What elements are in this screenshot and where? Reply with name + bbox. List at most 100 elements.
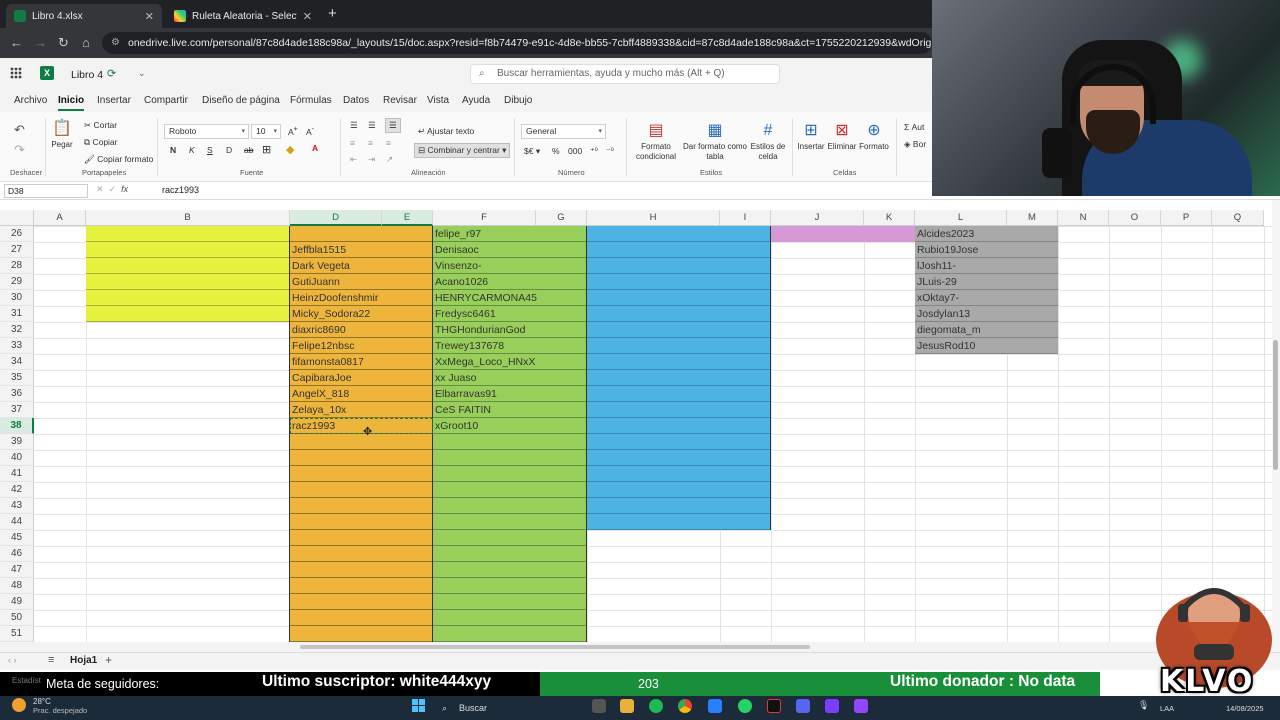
row-header[interactable]: 36 — [0, 386, 34, 402]
row-header[interactable]: 41 — [0, 466, 34, 482]
column-header-h[interactable]: H — [587, 210, 720, 226]
insert-cells-button[interactable]: ⊞ Insertar — [795, 122, 827, 152]
tab-datos[interactable]: Datos — [343, 95, 369, 106]
align-middle-icon[interactable]: ☰ — [368, 120, 376, 131]
horizontal-scroll-thumb[interactable] — [300, 645, 810, 649]
all-sheets-menu-icon[interactable]: ≡ — [48, 654, 54, 666]
cell-f[interactable]: THGHondurianGod — [433, 322, 586, 338]
double-underline-icon[interactable]: D — [226, 145, 232, 155]
cell-d[interactable]: Jeffbla1515 — [290, 242, 432, 258]
discord-icon[interactable] — [796, 699, 810, 713]
spotify-icon[interactable] — [649, 699, 663, 713]
column-header-k[interactable]: K — [864, 210, 915, 226]
row-header[interactable]: 51 — [0, 626, 34, 642]
row-header[interactable]: 32 — [0, 322, 34, 338]
tiktok-icon[interactable] — [767, 699, 781, 713]
vertical-scroll-thumb[interactable] — [1273, 340, 1278, 470]
file-explorer-icon[interactable] — [620, 699, 634, 713]
fill-color-icon[interactable]: ◆ — [286, 143, 294, 156]
grow-font-icon[interactable]: A+ — [288, 125, 298, 137]
add-sheet-icon[interactable]: + — [105, 653, 112, 667]
autosum-button[interactable]: Σ Aut — [904, 122, 924, 132]
copy-button[interactable]: ⧉ Copiar — [84, 137, 118, 148]
redo-icon[interactable]: ↷ — [14, 142, 25, 158]
cell-l[interactable]: xOktay7- — [915, 290, 1057, 306]
cell-f[interactable]: xGroot10 — [433, 418, 586, 434]
column-header-e[interactable]: E — [382, 210, 433, 226]
column-header-o[interactable]: O — [1109, 210, 1161, 226]
tab-inicio[interactable]: Inicio — [58, 95, 85, 111]
cell-f[interactable]: XxMega_Loco_HNxX — [433, 354, 586, 370]
align-right-icon[interactable]: ≡ — [386, 138, 391, 148]
shrink-font-icon[interactable]: A- — [306, 125, 314, 137]
row-header[interactable]: 37 — [0, 402, 34, 418]
formula-input[interactable]: racz1993 — [162, 185, 199, 195]
twitch-icon[interactable] — [854, 699, 868, 713]
chrome-icon[interactable] — [678, 699, 692, 713]
sheet-tab-hoja1[interactable]: Hoja1 — [70, 655, 97, 666]
row-header[interactable]: 33 — [0, 338, 34, 354]
browser-tab-ruleta[interactable]: Ruleta Aleatoria - Selector Perso ✕ — [166, 4, 320, 28]
app-launcher-icon[interactable] — [10, 67, 22, 79]
cell-l[interactable]: JLuis-29 — [915, 274, 1057, 290]
tab-archivo[interactable]: Archivo — [14, 95, 47, 106]
align-left-icon[interactable]: ≡ — [350, 138, 355, 148]
italic-icon[interactable]: K — [189, 145, 195, 155]
cell-d[interactable]: fifamonsta0817 — [290, 354, 432, 370]
cell-f[interactable]: xx Juaso — [433, 370, 586, 386]
cell-d[interactable]: CapibaraJoe — [290, 370, 432, 386]
align-center-icon[interactable]: ≡ — [368, 138, 373, 148]
row-header[interactable]: 31 — [0, 306, 34, 322]
reload-icon[interactable]: ↻ — [58, 35, 69, 51]
weather-temperature[interactable]: 28°C — [33, 697, 51, 706]
row-header[interactable]: 29 — [0, 274, 34, 290]
orientation-icon[interactable]: ↗ — [386, 154, 393, 165]
percent-icon[interactable]: % — [552, 146, 560, 156]
browser-tab-excel[interactable]: Libro 4.xlsx ✕ — [6, 4, 162, 28]
forward-icon[interactable]: → — [34, 35, 47, 50]
fx-icon[interactable]: fx — [121, 184, 128, 194]
decrease-decimal-icon[interactable]: ⁻⁰ — [606, 146, 614, 157]
column-header-i[interactable]: I — [720, 210, 771, 226]
column-header-j[interactable]: J — [771, 210, 864, 226]
url-field[interactable]: ⚙ onedrive.live.com/personal/87c8d4ade18… — [102, 32, 932, 54]
weather-icon[interactable] — [12, 698, 26, 712]
tab-formulas[interactable]: Fórmulas — [290, 95, 332, 106]
decrease-indent-icon[interactable]: ⇤ — [350, 154, 357, 165]
cell-f[interactable]: Acano1026 — [433, 274, 586, 290]
paste-button[interactable]: 📋 Pegar — [50, 120, 74, 150]
row-header[interactable]: 47 — [0, 562, 34, 578]
cell-l[interactable]: JesusRod10 — [915, 338, 1057, 354]
taskbar-search[interactable]: ⌕ Buscar — [435, 698, 565, 718]
file-name[interactable]: Libro 4 — [71, 69, 103, 81]
cell-d[interactable]: Micky_Sodora22 — [290, 306, 432, 322]
close-tab-icon[interactable]: ✕ — [303, 10, 312, 23]
increase-indent-icon[interactable]: ⇥ — [368, 154, 375, 165]
column-header-g[interactable]: G — [536, 210, 587, 226]
task-view-icon[interactable] — [592, 699, 606, 713]
column-header-f[interactable]: F — [433, 210, 536, 226]
number-format-select[interactable]: General ▾ — [521, 124, 606, 139]
back-icon[interactable]: ← — [10, 35, 23, 50]
column-header-p[interactable]: P — [1161, 210, 1212, 226]
row-header[interactable]: 38 — [0, 418, 34, 434]
conditional-format-button[interactable]: ▤ Formato condicional — [630, 122, 682, 162]
tab-dibujo[interactable]: Dibujo — [504, 95, 532, 106]
tab-revisar[interactable]: Revisar — [383, 95, 417, 106]
cell-l[interactable]: Alcides2023 — [915, 226, 1057, 242]
cell-d[interactable]: Felipe12nbsc — [290, 338, 432, 354]
cell-f[interactable]: Elbarravas91 — [433, 386, 586, 402]
column-header-l[interactable]: L — [915, 210, 1007, 226]
chevron-down-icon[interactable]: ⌄ — [138, 68, 146, 79]
cell-l[interactable]: diegomata_m — [915, 322, 1057, 338]
cell-d[interactable]: Dark Vegeta — [290, 258, 432, 274]
undo-icon[interactable]: ↶ — [14, 122, 25, 138]
confirm-icon[interactable]: ✓ — [109, 184, 117, 194]
format-as-table-button[interactable]: ▦ Dar formato como tabla — [682, 122, 748, 162]
new-tab-icon[interactable]: + — [328, 5, 337, 22]
cell-styles-button[interactable]: # Estilos de celda — [748, 122, 788, 162]
cell-f[interactable]: Denisaoc — [433, 242, 586, 258]
row-header[interactable]: 45 — [0, 530, 34, 546]
close-tab-icon[interactable]: ✕ — [145, 10, 154, 23]
row-header[interactable]: 50 — [0, 610, 34, 626]
